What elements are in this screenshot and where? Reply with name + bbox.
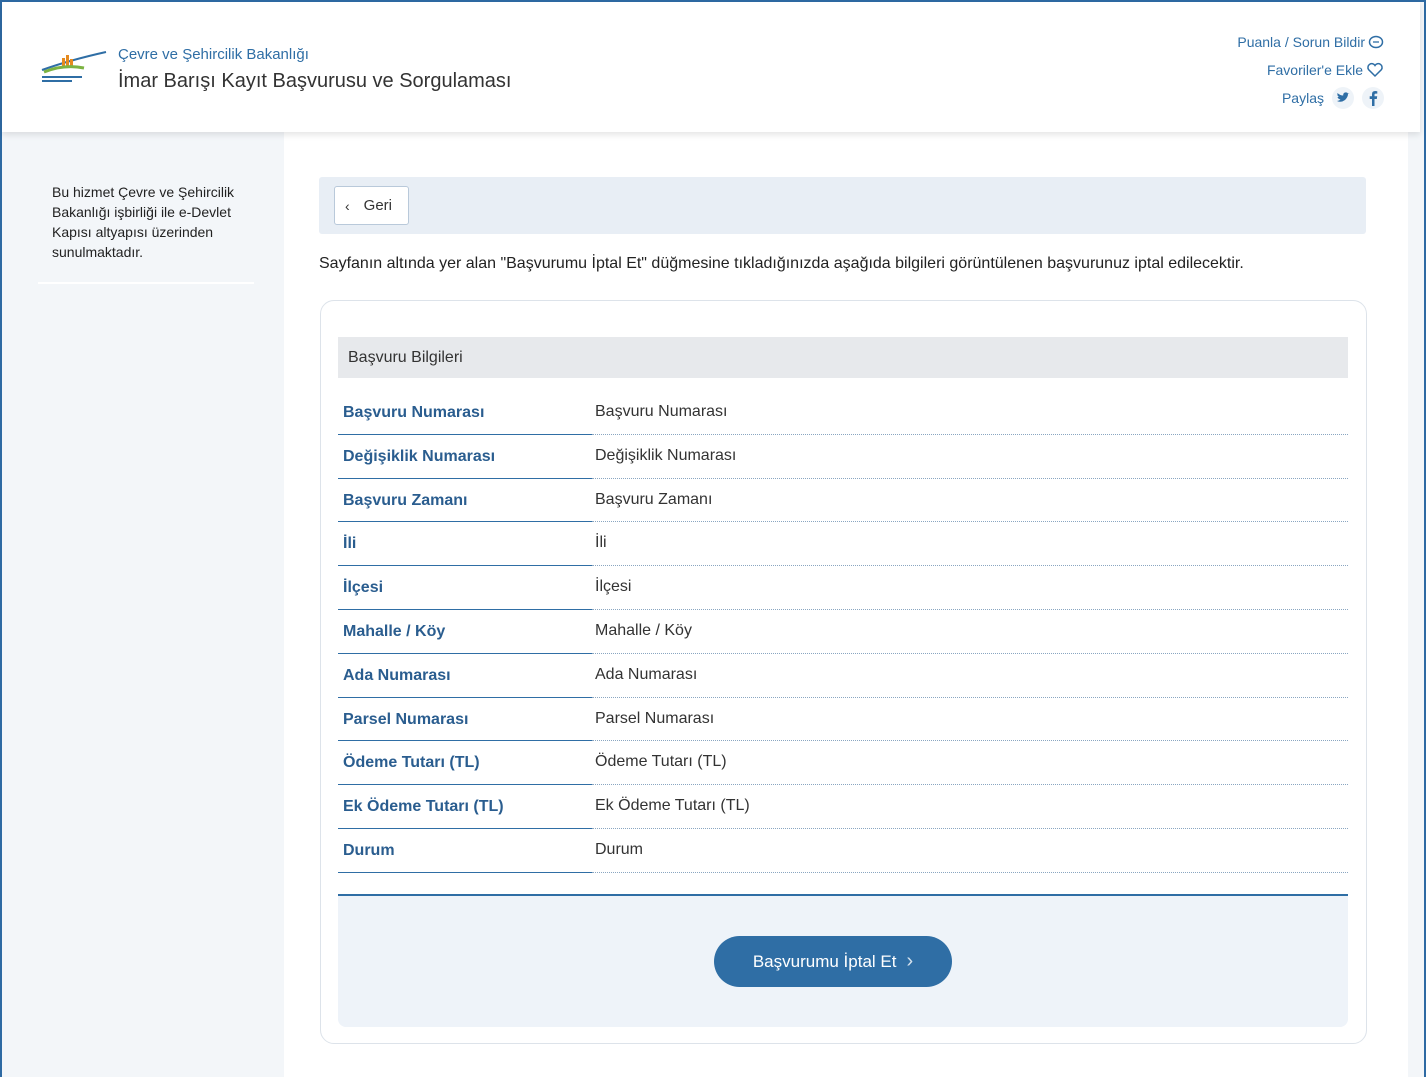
row-value: Değişiklik Numarası bbox=[592, 435, 1348, 479]
row-label: Parsel Numarası bbox=[338, 698, 592, 742]
header: Çevre ve Şehircilik Bakanlığı İmar Barış… bbox=[2, 2, 1420, 132]
share-label: Paylaş bbox=[1281, 90, 1324, 106]
back-label: Geri bbox=[363, 197, 393, 214]
add-favorite-link[interactable]: Favoriler'e Ekle bbox=[1237, 56, 1384, 84]
table-row: Ek Ödeme Tutarı (TL) Ek Ödeme Tutarı (TL… bbox=[338, 785, 1348, 829]
chevron-left-icon: ‹ bbox=[345, 197, 350, 214]
row-label: İlçesi bbox=[338, 566, 592, 610]
ministry-name: Çevre ve Şehircilik Bakanlığı bbox=[118, 46, 309, 63]
row-label: Ada Numarası bbox=[338, 654, 592, 698]
table-row: Durum Durum bbox=[338, 829, 1348, 873]
add-favorite-label: Favoriler'e Ekle bbox=[1266, 62, 1363, 78]
top-links: Puanla / Sorun Bildir Favoriler'e Ekle P… bbox=[1237, 28, 1384, 112]
row-value: Ödeme Tutarı (TL) bbox=[592, 741, 1348, 786]
row-value: Başvuru Zamanı bbox=[592, 479, 1348, 523]
row-value: Ada Numarası bbox=[592, 654, 1348, 698]
row-label: Ek Ödeme Tutarı (TL) bbox=[338, 785, 592, 829]
row-label: Mahalle / Köy bbox=[338, 610, 592, 654]
sidebar-divider bbox=[38, 282, 254, 284]
row-label: İli bbox=[338, 522, 592, 567]
application-info-card: Başvuru Bilgileri Başvuru Numarası Başvu… bbox=[320, 300, 1367, 1044]
table-row: Ödeme Tutarı (TL) Ödeme Tutarı (TL) bbox=[338, 741, 1348, 786]
row-label: Durum bbox=[338, 829, 592, 873]
row-value: Ek Ödeme Tutarı (TL) bbox=[592, 785, 1348, 829]
table-row: Mahalle / Köy Mahalle / Köy bbox=[338, 610, 1348, 654]
row-label: Başvuru Zamanı bbox=[338, 479, 592, 523]
row-label: Ödeme Tutarı (TL) bbox=[338, 741, 592, 786]
row-label: Değişiklik Numarası bbox=[338, 435, 592, 479]
back-button[interactable]: ‹ Geri bbox=[334, 186, 409, 225]
table-row: Ada Numarası Ada Numarası bbox=[338, 654, 1348, 698]
table-row: Değişiklik Numarası Değişiklik Numarası bbox=[338, 435, 1348, 479]
ministry-logo bbox=[41, 51, 107, 82]
action-area: Başvurumu İptal Et › bbox=[338, 894, 1348, 1027]
table-row: Başvuru Zamanı Başvuru Zamanı bbox=[338, 479, 1348, 523]
row-value: Mahalle / Köy bbox=[592, 610, 1348, 654]
chevron-right-icon: › bbox=[906, 950, 914, 972]
row-value: İlçesi bbox=[592, 566, 1348, 610]
chat-bubble-icon bbox=[1368, 34, 1384, 50]
share-row: Paylaş bbox=[1237, 84, 1384, 112]
row-value: Durum bbox=[592, 829, 1348, 873]
heart-icon bbox=[1366, 62, 1384, 78]
back-bar: ‹ Geri bbox=[319, 177, 1366, 234]
cancel-application-label: Başvurumu İptal Et bbox=[752, 951, 897, 971]
section-title: Başvuru Bilgileri bbox=[338, 337, 1348, 378]
row-label: Başvuru Numarası bbox=[338, 391, 592, 435]
service-title: İmar Barışı Kayıt Başvurusu ve Sorgulama… bbox=[118, 70, 512, 92]
twitter-icon[interactable] bbox=[1332, 87, 1354, 109]
cancel-application-button[interactable]: Başvurumu İptal Et › bbox=[714, 936, 952, 987]
cancel-notice: Sayfanın altında yer alan "Başvurumu İpt… bbox=[319, 255, 1244, 272]
sidebar-info-text: Bu hizmet Çevre ve Şehircilik Bakanlığı … bbox=[52, 184, 235, 260]
facebook-icon[interactable] bbox=[1362, 87, 1384, 109]
row-value: İli bbox=[592, 522, 1348, 567]
row-value: Parsel Numarası bbox=[592, 698, 1348, 742]
table-row: Başvuru Numarası Başvuru Numarası bbox=[338, 391, 1348, 435]
table-row: Parsel Numarası Parsel Numarası bbox=[338, 698, 1348, 742]
rate-report-link[interactable]: Puanla / Sorun Bildir bbox=[1237, 28, 1384, 56]
table-row: İli İli bbox=[338, 522, 1348, 567]
table-row: İlçesi İlçesi bbox=[338, 566, 1348, 610]
row-value: Başvuru Numarası bbox=[592, 391, 1348, 435]
sidebar: Bu hizmet Çevre ve Şehircilik Bakanlığı … bbox=[2, 132, 284, 1077]
info-table: Başvuru Numarası Başvuru Numarası Değişi… bbox=[338, 391, 1348, 873]
rate-report-label: Puanla / Sorun Bildir bbox=[1237, 34, 1365, 50]
main-content: ‹ Geri Sayfanın altında yer alan "Başvur… bbox=[284, 132, 1408, 1077]
